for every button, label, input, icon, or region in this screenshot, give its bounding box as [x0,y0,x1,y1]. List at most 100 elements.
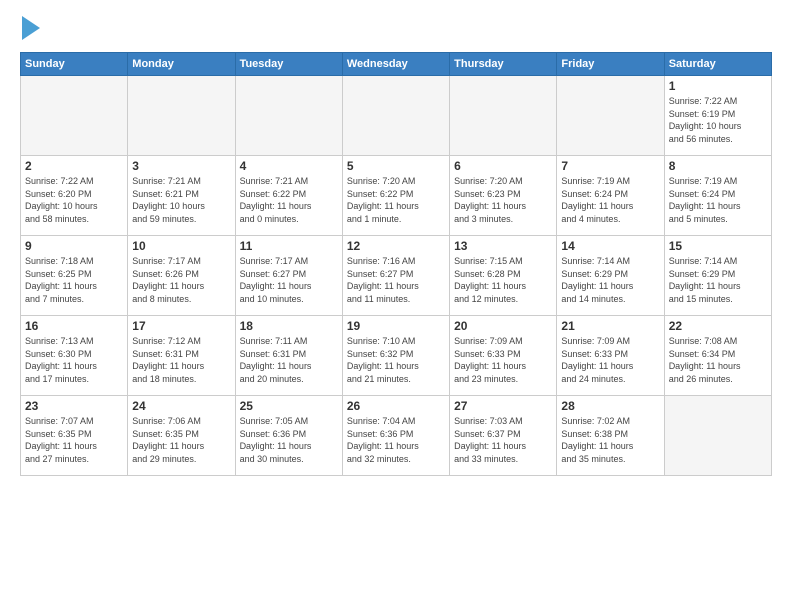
calendar-day: 27 Sunrise: 7:03 AM Sunset: 6:37 PM Dayli… [450,396,557,476]
day-info: Sunrise: 7:19 AM Sunset: 6:24 PM Dayligh… [669,175,767,225]
day-info: Sunrise: 7:19 AM Sunset: 6:24 PM Dayligh… [561,175,659,225]
calendar-day [557,76,664,156]
calendar-day: 21 Sunrise: 7:09 AM Sunset: 6:33 PM Dayli… [557,316,664,396]
day-info: Sunrise: 7:18 AM Sunset: 6:25 PM Dayligh… [25,255,123,305]
calendar-day: 18Sunrise: 7:11 AM Sunset: 6:31 PM Dayli… [235,316,342,396]
day-info: Sunrise: 7:06 AM Sunset: 6:35 PM Dayligh… [132,415,230,465]
day-number: 8 [669,159,767,173]
calendar-day: 23 Sunrise: 7:07 AM Sunset: 6:35 PM Dayli… [21,396,128,476]
day-number: 16 [25,319,123,333]
calendar-day: 11 Sunrise: 7:17 AM Sunset: 6:27 PM Dayli… [235,236,342,316]
day-number: 5 [347,159,445,173]
day-number: 19 [347,319,445,333]
weekday-header-row: SundayMondayTuesdayWednesdayThursdayFrid… [21,53,772,76]
calendar-day: 20 Sunrise: 7:09 AM Sunset: 6:33 PM Dayli… [450,316,557,396]
calendar-day: 3 Sunrise: 7:21 AM Sunset: 6:21 PM Daylig… [128,156,235,236]
day-number: 4 [240,159,338,173]
day-info: Sunrise: 7:02 AM Sunset: 6:38 PM Dayligh… [561,415,659,465]
day-number: 24 [132,399,230,413]
day-number: 28 [561,399,659,413]
calendar-day: 2Sunrise: 7:22 AM Sunset: 6:20 PM Daylig… [21,156,128,236]
calendar-week-1: 1 Sunrise: 7:22 AM Sunset: 6:19 PM Daylig… [21,76,772,156]
day-number: 22 [669,319,767,333]
calendar-week-3: 9 Sunrise: 7:18 AM Sunset: 6:25 PM Daylig… [21,236,772,316]
day-number: 27 [454,399,552,413]
day-info: Sunrise: 7:10 AM Sunset: 6:32 PM Dayligh… [347,335,445,385]
logo [20,18,40,42]
calendar-day: 1 Sunrise: 7:22 AM Sunset: 6:19 PM Daylig… [664,76,771,156]
calendar-day: 7 Sunrise: 7:19 AM Sunset: 6:24 PM Daylig… [557,156,664,236]
calendar-day: 26Sunrise: 7:04 AM Sunset: 6:36 PM Dayli… [342,396,449,476]
calendar-day: 6 Sunrise: 7:20 AM Sunset: 6:23 PM Daylig… [450,156,557,236]
weekday-header-thursday: Thursday [450,53,557,76]
day-info: Sunrise: 7:17 AM Sunset: 6:26 PM Dayligh… [132,255,230,305]
calendar-day [342,76,449,156]
day-info: Sunrise: 7:20 AM Sunset: 6:22 PM Dayligh… [347,175,445,225]
day-info: Sunrise: 7:03 AM Sunset: 6:37 PM Dayligh… [454,415,552,465]
day-number: 26 [347,399,445,413]
day-number: 1 [669,79,767,93]
calendar-day: 13 Sunrise: 7:15 AM Sunset: 6:28 PM Dayli… [450,236,557,316]
day-number: 15 [669,239,767,253]
day-number: 14 [561,239,659,253]
calendar-day: 15 Sunrise: 7:14 AM Sunset: 6:29 PM Dayli… [664,236,771,316]
day-info: Sunrise: 7:15 AM Sunset: 6:28 PM Dayligh… [454,255,552,305]
day-info: Sunrise: 7:12 AM Sunset: 6:31 PM Dayligh… [132,335,230,385]
weekday-header-saturday: Saturday [664,53,771,76]
calendar-week-2: 2Sunrise: 7:22 AM Sunset: 6:20 PM Daylig… [21,156,772,236]
calendar-week-5: 23 Sunrise: 7:07 AM Sunset: 6:35 PM Dayli… [21,396,772,476]
weekday-header-friday: Friday [557,53,664,76]
calendar-day: 16 Sunrise: 7:13 AM Sunset: 6:30 PM Dayli… [21,316,128,396]
day-info: Sunrise: 7:16 AM Sunset: 6:27 PM Dayligh… [347,255,445,305]
day-number: 12 [347,239,445,253]
day-number: 10 [132,239,230,253]
day-number: 23 [25,399,123,413]
calendar-day [128,76,235,156]
day-info: Sunrise: 7:09 AM Sunset: 6:33 PM Dayligh… [454,335,552,385]
day-info: Sunrise: 7:20 AM Sunset: 6:23 PM Dayligh… [454,175,552,225]
calendar-day: 9 Sunrise: 7:18 AM Sunset: 6:25 PM Daylig… [21,236,128,316]
day-number: 20 [454,319,552,333]
calendar-day: 4 Sunrise: 7:21 AM Sunset: 6:22 PM Daylig… [235,156,342,236]
day-info: Sunrise: 7:13 AM Sunset: 6:30 PM Dayligh… [25,335,123,385]
day-number: 13 [454,239,552,253]
calendar-day [21,76,128,156]
day-info: Sunrise: 7:14 AM Sunset: 6:29 PM Dayligh… [669,255,767,305]
day-number: 11 [240,239,338,253]
day-info: Sunrise: 7:14 AM Sunset: 6:29 PM Dayligh… [561,255,659,305]
calendar-day: 19 Sunrise: 7:10 AM Sunset: 6:32 PM Dayli… [342,316,449,396]
weekday-header-sunday: Sunday [21,53,128,76]
calendar-day: 10 Sunrise: 7:17 AM Sunset: 6:26 PM Dayli… [128,236,235,316]
day-info: Sunrise: 7:21 AM Sunset: 6:21 PM Dayligh… [132,175,230,225]
calendar-day: 17 Sunrise: 7:12 AM Sunset: 6:31 PM Dayli… [128,316,235,396]
day-number: 3 [132,159,230,173]
day-info: Sunrise: 7:22 AM Sunset: 6:20 PM Dayligh… [25,175,123,225]
calendar-day: 22 Sunrise: 7:08 AM Sunset: 6:34 PM Dayli… [664,316,771,396]
day-number: 17 [132,319,230,333]
header [20,18,772,42]
calendar-day: 24 Sunrise: 7:06 AM Sunset: 6:35 PM Dayli… [128,396,235,476]
calendar-day: 25 Sunrise: 7:05 AM Sunset: 6:36 PM Dayli… [235,396,342,476]
day-info: Sunrise: 7:22 AM Sunset: 6:19 PM Dayligh… [669,95,767,145]
day-number: 6 [454,159,552,173]
day-info: Sunrise: 7:05 AM Sunset: 6:36 PM Dayligh… [240,415,338,465]
calendar-day: 28 Sunrise: 7:02 AM Sunset: 6:38 PM Dayli… [557,396,664,476]
weekday-header-wednesday: Wednesday [342,53,449,76]
weekday-header-tuesday: Tuesday [235,53,342,76]
calendar: SundayMondayTuesdayWednesdayThursdayFrid… [20,52,772,476]
day-info: Sunrise: 7:17 AM Sunset: 6:27 PM Dayligh… [240,255,338,305]
calendar-day: 8 Sunrise: 7:19 AM Sunset: 6:24 PM Daylig… [664,156,771,236]
day-info: Sunrise: 7:11 AM Sunset: 6:31 PM Dayligh… [240,335,338,385]
calendar-day [664,396,771,476]
day-number: 7 [561,159,659,173]
day-number: 9 [25,239,123,253]
calendar-day: 5 Sunrise: 7:20 AM Sunset: 6:22 PM Daylig… [342,156,449,236]
calendar-day [450,76,557,156]
day-number: 21 [561,319,659,333]
day-info: Sunrise: 7:09 AM Sunset: 6:33 PM Dayligh… [561,335,659,385]
day-info: Sunrise: 7:07 AM Sunset: 6:35 PM Dayligh… [25,415,123,465]
calendar-week-4: 16 Sunrise: 7:13 AM Sunset: 6:30 PM Dayli… [21,316,772,396]
day-info: Sunrise: 7:21 AM Sunset: 6:22 PM Dayligh… [240,175,338,225]
day-info: Sunrise: 7:08 AM Sunset: 6:34 PM Dayligh… [669,335,767,385]
day-number: 25 [240,399,338,413]
